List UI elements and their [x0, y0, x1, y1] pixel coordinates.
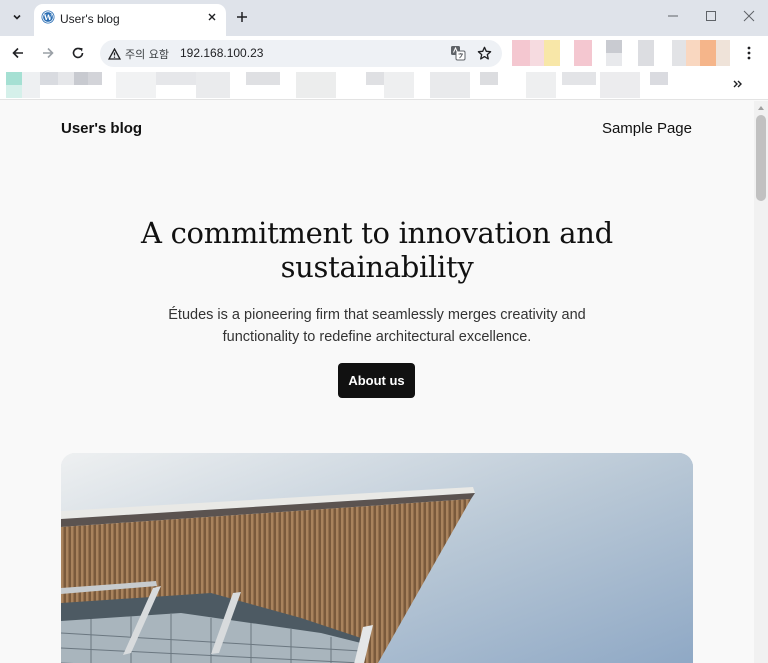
- tab-search-button[interactable]: [6, 6, 28, 28]
- nav-link-sample-page[interactable]: Sample Page: [602, 120, 692, 137]
- url-text: 192.168.100.23: [180, 46, 264, 60]
- kebab-menu-icon: [747, 46, 751, 60]
- security-warning-chip[interactable]: 주의 요함: [104, 43, 175, 64]
- forward-button[interactable]: [38, 43, 58, 63]
- browser-menu-button[interactable]: [741, 44, 757, 62]
- scroll-up-arrow-icon[interactable]: [757, 104, 765, 112]
- page-viewport: User's blog Sample Page A commitment to …: [0, 101, 754, 663]
- translate-icon: [451, 46, 466, 61]
- tab-strip: W User's blog: [0, 0, 768, 36]
- wordpress-icon: W: [41, 10, 55, 24]
- minimize-icon: [668, 15, 678, 17]
- plus-icon: [237, 12, 247, 22]
- extension-icons: [512, 40, 730, 66]
- reload-icon: [72, 47, 84, 59]
- browser-toolbar: 주의 요함 192.168.100.23: [0, 36, 768, 70]
- site-title-link[interactable]: User's blog: [61, 120, 142, 137]
- bookmarks-bar: [0, 70, 768, 100]
- svg-text:W: W: [43, 13, 53, 22]
- reload-button[interactable]: [68, 43, 88, 63]
- bookmark-items: [6, 72, 668, 98]
- double-chevron-icon: [733, 80, 742, 88]
- browser-tab[interactable]: W User's blog: [34, 4, 226, 36]
- more-bookmarks-button[interactable]: [730, 76, 746, 92]
- bookmark-star-button[interactable]: [476, 45, 492, 61]
- address-bar[interactable]: 주의 요함 192.168.100.23: [100, 40, 502, 67]
- close-icon: [208, 13, 216, 21]
- warning-triangle-icon: [108, 47, 121, 60]
- extensions-area: [512, 40, 734, 66]
- close-icon: [743, 10, 755, 22]
- translate-button[interactable]: [450, 45, 466, 61]
- star-icon: [477, 46, 491, 60]
- maximize-button[interactable]: [703, 8, 719, 24]
- forward-arrow-icon: [43, 47, 54, 59]
- minimize-button[interactable]: [665, 8, 681, 24]
- chevron-down-icon: [13, 14, 21, 20]
- page-scrollbar[interactable]: [754, 101, 768, 663]
- tab-title: User's blog: [60, 12, 120, 26]
- tab-close-button[interactable]: [205, 10, 219, 24]
- building-photo: [61, 453, 693, 663]
- back-arrow-icon: [12, 47, 23, 59]
- hero-description: Études is a pioneering firm that seamles…: [168, 307, 586, 345]
- hero-heading: A commitment to innovation and sustainab…: [141, 216, 613, 284]
- security-warning-label: 주의 요함: [125, 47, 169, 61]
- back-button[interactable]: [8, 43, 28, 63]
- about-us-button[interactable]: About us: [338, 363, 415, 398]
- scrollbar-thumb[interactable]: [756, 115, 766, 201]
- hero-image: [61, 453, 693, 663]
- new-tab-button[interactable]: [233, 8, 251, 26]
- maximize-icon: [706, 11, 716, 21]
- window-close-button[interactable]: [741, 8, 757, 24]
